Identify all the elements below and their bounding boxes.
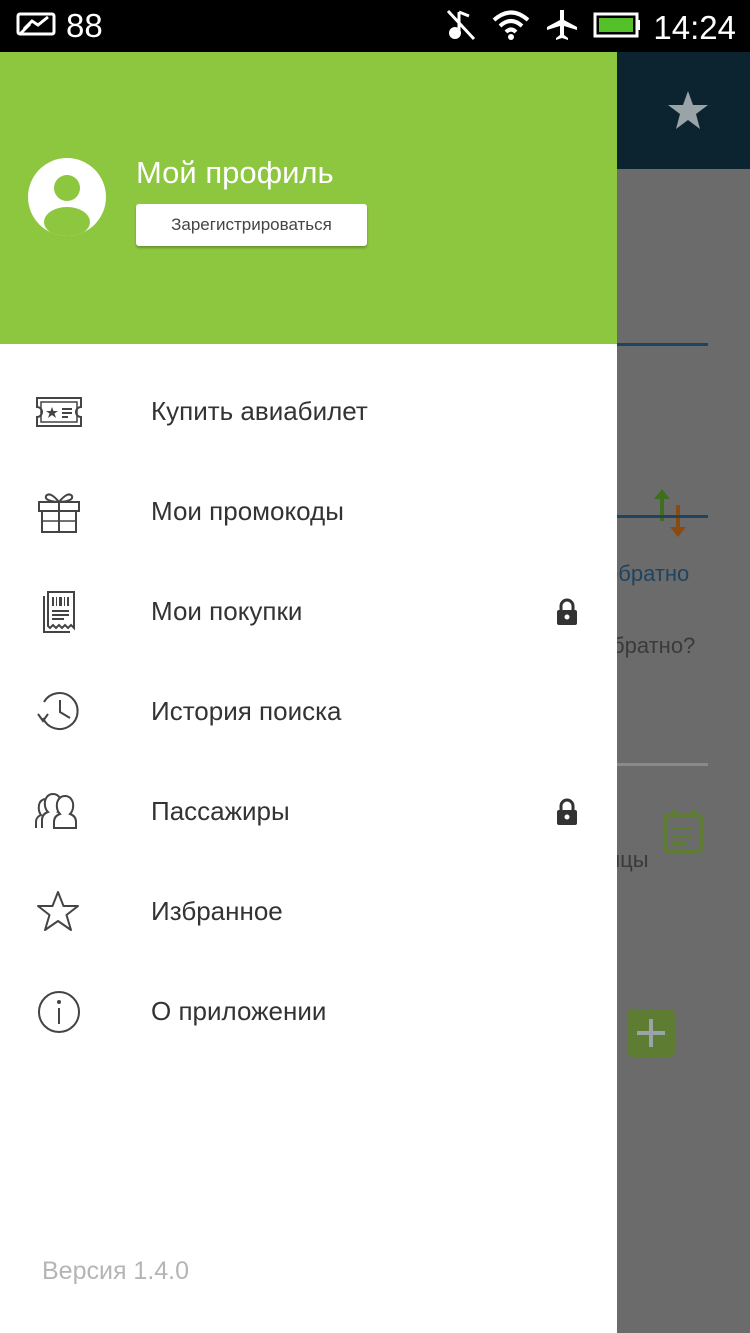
info-icon xyxy=(34,990,84,1034)
status-bar-left: 88 xyxy=(16,8,103,44)
app-version: Версия 1.4.0 xyxy=(42,1257,190,1285)
receipt-icon xyxy=(34,590,84,634)
star-icon xyxy=(34,890,84,934)
menu-item-search-history[interactable]: История поиска xyxy=(0,662,617,762)
menu-item-purchases[interactable]: Мои покупки xyxy=(0,562,617,662)
status-bar: 88 14:24 xyxy=(0,0,750,52)
lock-icon xyxy=(555,598,579,626)
menu-item-label: О приложении xyxy=(151,996,327,1026)
gift-icon xyxy=(34,490,84,534)
background-return-text: обратно xyxy=(606,561,690,586)
menu-item-label: Мои покупки xyxy=(151,596,303,626)
music-off-icon xyxy=(431,8,477,47)
message-notification-icon xyxy=(16,11,58,42)
user-icon xyxy=(44,175,90,236)
airplane-mode-icon xyxy=(531,8,579,47)
background-divider xyxy=(616,343,708,346)
profile-title[interactable]: Мой профиль xyxy=(136,155,334,191)
favorite-star-icon xyxy=(666,89,710,136)
background-divider xyxy=(616,515,708,518)
avatar[interactable] xyxy=(28,158,106,236)
ticket-icon xyxy=(34,390,84,434)
background-divider xyxy=(616,763,708,766)
wifi-icon xyxy=(477,8,531,47)
menu-item-buy-ticket[interactable]: Купить авиабилет xyxy=(0,362,617,462)
plus-icon xyxy=(637,1019,665,1047)
battery-icon xyxy=(579,12,641,43)
menu-item-passengers[interactable]: Пассажиры xyxy=(0,762,617,862)
calendar-icon xyxy=(663,809,703,858)
menu-item-favorites[interactable]: Избранное xyxy=(0,862,617,962)
notification-count: 88 xyxy=(66,7,103,44)
background-return-question: братно? xyxy=(612,633,696,658)
register-button[interactable]: Зарегистрироваться xyxy=(136,204,367,246)
menu-item-label: История поиска xyxy=(151,696,342,726)
status-bar-right: 14:24 xyxy=(431,8,736,47)
menu-item-promocodes[interactable]: Мои промокоды xyxy=(0,462,617,562)
menu-item-about[interactable]: О приложении xyxy=(0,962,617,1062)
history-icon xyxy=(34,690,84,734)
menu-item-label: Пассажиры xyxy=(151,796,290,826)
add-button xyxy=(627,1009,675,1057)
menu-item-label: Мои промокоды xyxy=(151,496,344,526)
navigation-drawer: Мой профиль Зарегистрироваться Купить ав… xyxy=(0,52,617,1333)
drawer-header: Мой профиль Зарегистрироваться xyxy=(0,52,617,344)
lock-icon xyxy=(555,798,579,826)
menu-item-label: Избранное xyxy=(151,896,283,926)
status-time: 14:24 xyxy=(653,8,736,46)
menu-item-label: Купить авиабилет xyxy=(151,396,368,426)
people-icon xyxy=(34,790,84,834)
